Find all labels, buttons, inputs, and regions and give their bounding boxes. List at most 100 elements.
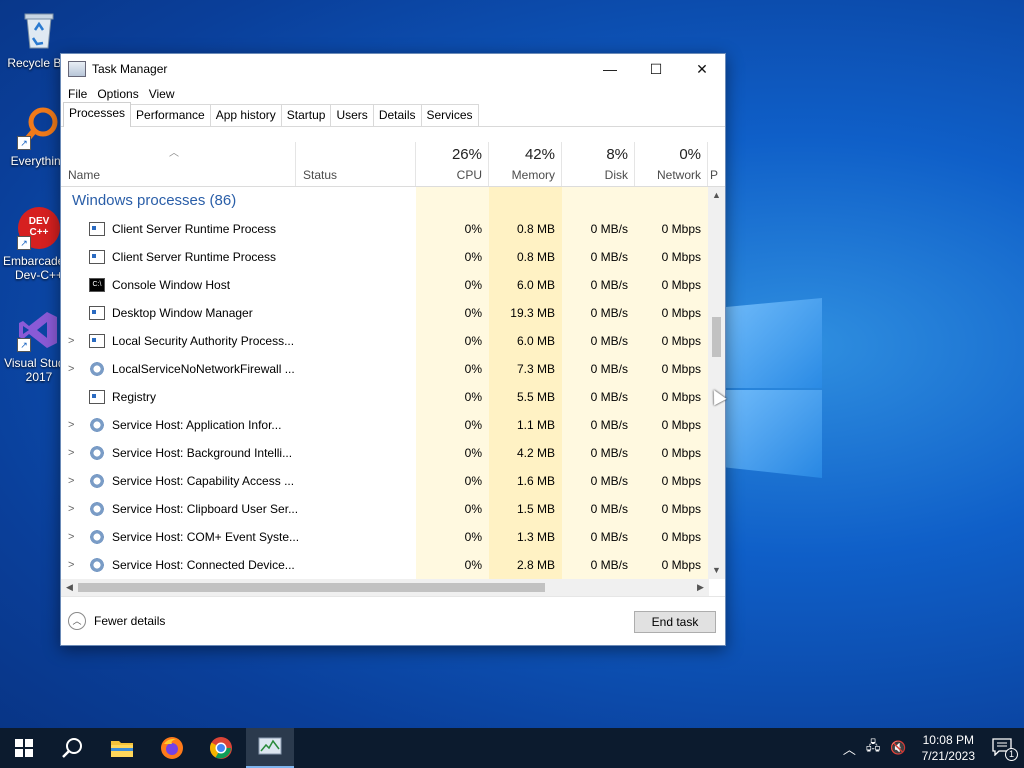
menu-view[interactable]: View xyxy=(144,87,180,101)
network-icon[interactable]: 🖧 xyxy=(866,737,881,759)
taskbar-file-explorer[interactable] xyxy=(98,728,146,768)
expand-chevron-icon[interactable]: > xyxy=(68,439,78,467)
disk-value: 0 MB/s xyxy=(590,334,628,348)
shortcut-arrow-icon: ↗ xyxy=(17,136,31,150)
tab-services[interactable]: Services xyxy=(420,104,479,126)
process-window-icon xyxy=(89,334,105,348)
gear-icon xyxy=(89,529,105,545)
process-name: Registry xyxy=(112,390,157,404)
footer-bar: ︿ Fewer details End task xyxy=(61,596,725,645)
volume-muted-icon[interactable]: 🔇 xyxy=(890,740,906,756)
table-row[interactable]: > Local Security Authority Process... 0% 6.… xyxy=(61,327,709,355)
vertical-scroll-thumb[interactable] xyxy=(712,317,721,357)
scroll-right-arrow-icon[interactable]: ▶ xyxy=(692,579,709,596)
scroll-down-arrow-icon[interactable]: ▼ xyxy=(708,562,725,579)
column-header-name[interactable]: ︿ Name xyxy=(61,142,296,186)
cpu-value: 0% xyxy=(464,474,482,488)
memory-value: 1.6 MB xyxy=(516,474,555,488)
minimize-button[interactable]: — xyxy=(587,54,633,84)
table-row[interactable]: > Service Host: Clipboard User Ser... 0% 1.… xyxy=(61,495,709,523)
start-button[interactable] xyxy=(0,728,48,768)
column-header-status[interactable]: Status xyxy=(296,142,416,186)
notification-center-icon[interactable]: 1 xyxy=(992,737,1018,761)
clock[interactable]: 10:08 PM 7/21/2023 xyxy=(922,732,975,764)
tab-performance[interactable]: Performance xyxy=(130,104,211,126)
memory-value: 0.8 MB xyxy=(516,222,555,236)
process-name-cell: > Service Host: Background Intelli... xyxy=(61,439,415,467)
expand-chevron-icon[interactable]: > xyxy=(68,355,78,383)
fewer-details-button[interactable]: ︿ Fewer details xyxy=(68,612,165,630)
table-row[interactable]: > LocalServiceNoNetworkFirewall ... 0% 7.3 … xyxy=(61,355,709,383)
end-task-button[interactable]: End task xyxy=(634,611,716,633)
firefox-icon xyxy=(161,737,183,759)
memory-value: 6.0 MB xyxy=(516,334,555,348)
table-row[interactable]: Client Server Runtime Process 0% 0.8 MB 0 M… xyxy=(61,243,709,271)
expand-chevron-icon[interactable]: > xyxy=(68,467,78,495)
process-name: Service Host: Connected Device... xyxy=(112,558,295,572)
cpu-value: 0% xyxy=(464,418,482,432)
memory-value: 6.0 MB xyxy=(516,278,555,292)
process-name: Service Host: Application Infor... xyxy=(112,418,282,432)
disk-value: 0 MB/s xyxy=(590,278,628,292)
close-button[interactable]: ✕ xyxy=(679,54,725,84)
taskbar-chrome[interactable] xyxy=(197,728,245,768)
column-header-memory[interactable]: 42% Memory xyxy=(489,142,562,186)
table-row[interactable]: > Service Host: Background Intelli... 0% 4.… xyxy=(61,439,709,467)
horizontal-scroll-thumb[interactable] xyxy=(78,583,545,592)
devcpp-badge: DEV C++ xyxy=(28,216,50,238)
tab-processes[interactable]: Processes xyxy=(63,102,132,127)
expand-chevron-icon[interactable]: > xyxy=(68,551,78,579)
taskbar-task-manager[interactable] xyxy=(246,728,294,768)
table-row[interactable]: C:\ Console Window Host 0% 6.0 MB 0 MB/s 0 Mb… xyxy=(61,271,709,299)
tab-details[interactable]: Details xyxy=(372,104,422,126)
gear-icon xyxy=(89,473,105,489)
chevron-up-icon[interactable]: ︿ xyxy=(843,739,856,758)
maximize-button[interactable]: ☐ xyxy=(633,54,679,84)
memory-value: 2.8 MB xyxy=(516,558,555,572)
process-name-cell: > LocalServiceNoNetworkFirewall ... xyxy=(61,355,415,383)
process-name-cell: > Service Host: Application Infor... xyxy=(61,411,415,439)
memory-value: 1.1 MB xyxy=(516,418,555,432)
tab-startup[interactable]: Startup xyxy=(280,104,332,126)
table-row[interactable]: Client Server Runtime Process 0% 0.8 MB 0 M… xyxy=(61,215,709,243)
vertical-scrollbar[interactable]: ▲ ▼ xyxy=(708,187,725,579)
scroll-left-arrow-icon[interactable]: ◀ xyxy=(61,579,78,596)
menu-options[interactable]: Options xyxy=(92,87,143,101)
tab-strip: Processes Performance App history Startu… xyxy=(61,102,725,127)
expand-chevron-icon[interactable]: > xyxy=(68,411,78,439)
search-button[interactable] xyxy=(48,728,96,768)
disk-value: 0 MB/s xyxy=(590,390,628,404)
table-row[interactable]: > Service Host: Application Infor... 0% 1.1… xyxy=(61,411,709,439)
tab-users[interactable]: Users xyxy=(330,104,374,126)
title-bar[interactable]: Task Manager — ☐ ✕ xyxy=(61,54,725,84)
group-header-windows-processes[interactable]: Windows processes (86) xyxy=(61,187,709,215)
table-row[interactable]: Desktop Window Manager 0% 19.3 MB 0 MB/s 0 M… xyxy=(61,299,709,327)
cpu-value: 0% xyxy=(464,558,482,572)
table-row[interactable]: > Service Host: Capability Access ... 0% 1.… xyxy=(61,467,709,495)
memory-value: 7.3 MB xyxy=(516,362,555,376)
devcpp-icon: DEV C++ ↗ xyxy=(17,206,61,250)
column-header-disk[interactable]: 8% Disk xyxy=(562,142,635,186)
tab-app-history[interactable]: App history xyxy=(209,104,282,126)
cpu-value: 0% xyxy=(464,530,482,544)
column-header-power[interactable]: P xyxy=(708,142,725,186)
visual-studio-icon: ↗ xyxy=(17,308,61,352)
horizontal-scrollbar[interactable]: ◀ ▶ xyxy=(61,579,709,596)
column-header-cpu[interactable]: 26% CPU xyxy=(416,142,489,186)
clock-time: 10:08 PM xyxy=(922,733,974,747)
expand-chevron-icon[interactable]: > xyxy=(68,495,78,523)
desktop-icon-label: Everything xyxy=(10,154,68,168)
taskbar-firefox[interactable] xyxy=(148,728,196,768)
column-header-network[interactable]: 0% Network xyxy=(635,142,708,186)
cpu-value: 0% xyxy=(464,278,482,292)
expand-chevron-icon[interactable]: > xyxy=(68,523,78,551)
process-window-icon xyxy=(89,306,105,320)
expand-chevron-icon[interactable]: > xyxy=(68,327,78,355)
menu-file[interactable]: File xyxy=(63,87,92,101)
shortcut-arrow-icon: ↗ xyxy=(17,236,31,250)
table-row[interactable]: > Service Host: Connected Device... 0% 2.8 … xyxy=(61,551,709,579)
table-row[interactable]: Registry 0% 5.5 MB 0 MB/s 0 Mbps xyxy=(61,383,709,411)
table-row[interactable]: > Service Host: COM+ Event Syste... 0% 1.3 … xyxy=(61,523,709,551)
scroll-up-arrow-icon[interactable]: ▲ xyxy=(708,187,725,204)
column-header-row: ︿ Name Status 26% CPU 42% Memory 8% Disk… xyxy=(61,142,725,187)
